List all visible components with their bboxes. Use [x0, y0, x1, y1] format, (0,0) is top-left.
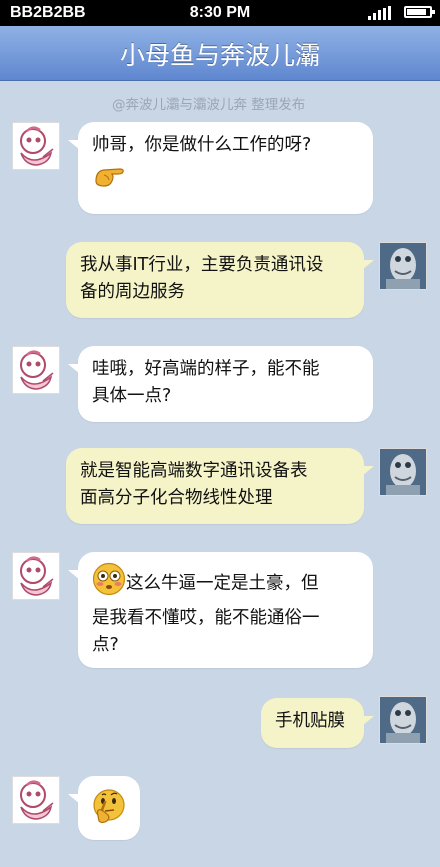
frog-avatar[interactable]: [379, 696, 427, 744]
message-text: 手机贴膜: [275, 711, 345, 731]
message-bubble-outgoing[interactable]: 我从事IT行业，主要负责通讯设 备的周边服务: [66, 242, 374, 318]
watermark-credit: @奔波儿灞与灞波儿奔 整理发布: [112, 97, 306, 113]
frog-avatar[interactable]: [379, 242, 427, 290]
status-bar: BB2B2BB 8:30 PM: [0, 0, 440, 26]
fish-cartoon-icon: [20, 126, 54, 166]
flushed-face-emoji: [92, 562, 126, 605]
fish-avatar[interactable]: [12, 776, 60, 824]
page-title: 小母鱼与奔波儿灞: [119, 41, 320, 70]
fish-cartoon-icon: [20, 350, 54, 390]
fish-avatar[interactable]: [12, 346, 60, 394]
nav-bar: 小母鱼与奔波儿灞: [0, 26, 440, 81]
message-first-line: 这么牛逼一定是土豪，但: [92, 562, 359, 605]
fish-avatar[interactable]: [12, 122, 60, 170]
fish-avatar[interactable]: [12, 552, 60, 600]
pointing-hand-emoji: [92, 159, 128, 198]
thinking-face-emoji: [90, 788, 128, 837]
frog-character-icon: [380, 243, 426, 289]
message-text: 是我看不懂哎，能不能通俗一: [92, 608, 320, 628]
message-text: 这么牛逼一定是土豪，但: [126, 573, 319, 594]
frog-avatar[interactable]: [379, 448, 427, 496]
message-text: 点?: [92, 635, 119, 655]
frog-character-icon: [380, 697, 426, 743]
message-text: 具体一点?: [92, 386, 172, 406]
message-text: 我从事IT行业，主要负责通讯设: [80, 255, 324, 275]
message-text: 面高分子化合物线性处理: [80, 488, 273, 508]
message-bubble-outgoing[interactable]: 手机贴膜: [261, 698, 374, 748]
fish-cartoon-icon: [20, 780, 54, 820]
message-bubble-incoming[interactable]: [68, 776, 140, 840]
battery-level: [407, 9, 426, 15]
message-text: 帅哥，你是做什么工作的呀?: [92, 135, 312, 155]
message-bubble-outgoing[interactable]: 就是智能高端数字通讯设备表 面高分子化合物线性处理: [66, 448, 374, 524]
message-bubble-incoming[interactable]: 帅哥，你是做什么工作的呀?: [68, 122, 373, 214]
frog-character-icon: [380, 449, 426, 495]
message-text: 备的周边服务: [80, 282, 185, 302]
message-bubble-incoming[interactable]: 哇哦，好高端的样子，能不能 具体一点?: [68, 346, 373, 422]
message-text: 就是智能高端数字通讯设备表: [80, 461, 308, 481]
signal-strength-icon: [368, 6, 392, 20]
battery-icon: [404, 6, 435, 18]
message-bubble-incoming[interactable]: 这么牛逼一定是土豪，但 是我看不懂哎，能不能通俗一 点?: [68, 552, 373, 668]
message-text: 哇哦，好高端的样子，能不能: [92, 359, 320, 379]
fish-cartoon-icon: [20, 556, 54, 596]
